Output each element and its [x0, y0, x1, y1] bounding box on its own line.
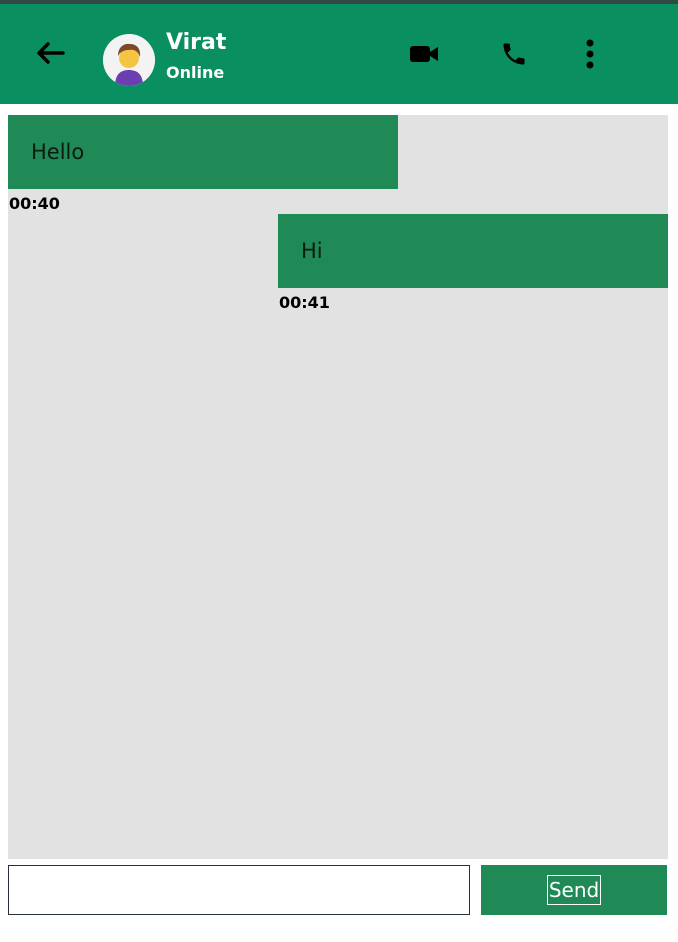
chat-app: Virat Online Hello 00:40 Hi 00:41 Send [0, 0, 678, 942]
contact-status: Online [166, 63, 225, 82]
phone-icon [500, 40, 528, 72]
voice-call-button[interactable] [494, 38, 534, 74]
more-vertical-icon [585, 39, 595, 73]
avatar-person-icon [103, 34, 155, 86]
send-button[interactable]: Send [481, 865, 667, 915]
more-options-button[interactable] [574, 38, 606, 74]
avatar[interactable] [103, 34, 155, 86]
send-button-label: Send [546, 875, 602, 905]
message-time: 00:40 [9, 194, 60, 213]
video-call-button[interactable] [404, 40, 444, 72]
message-bubble: Hello [8, 115, 398, 189]
contact-name: Virat [166, 30, 227, 55]
video-camera-icon [409, 44, 439, 68]
arrow-left-icon [35, 41, 65, 69]
message-bubble: Hi [278, 214, 668, 288]
back-button[interactable] [30, 38, 70, 72]
message-time: 00:41 [279, 293, 330, 312]
chat-header: Virat Online [0, 0, 678, 104]
message-input[interactable] [8, 865, 470, 915]
message-list[interactable]: Hello 00:40 Hi 00:41 [8, 115, 668, 859]
